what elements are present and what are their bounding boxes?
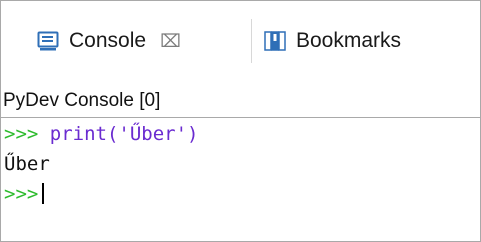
console-line: Űber [4, 149, 50, 179]
tab-bookmarks[interactable]: Bookmarks [264, 19, 464, 63]
console-input-text: print('Űber') [49, 123, 199, 145]
console-prompt: >>> [4, 123, 39, 145]
tab-console[interactable]: Console ⌧ [37, 19, 252, 63]
console-title-bar: PyDev Console [0] [1, 85, 480, 118]
console-title: PyDev Console [0] [3, 90, 161, 111]
console-input-line[interactable]: >>> [4, 179, 45, 209]
tab-bookmarks-label: Bookmarks [296, 29, 402, 52]
console-prompt: >>> [4, 183, 39, 205]
bookmarks-icon [264, 30, 286, 52]
console-output[interactable]: >>> print('Űber') Űber >>> [1, 119, 480, 241]
console-output-text: Űber [4, 153, 50, 175]
close-tab-icon[interactable]: ⌧ [160, 32, 181, 50]
console-view: Console ⌧ Bookmarks PyDev Console [0] >>… [0, 0, 481, 242]
text-cursor [42, 183, 45, 204]
tab-console-label: Console [69, 29, 147, 52]
tab-bar: Console ⌧ Bookmarks [1, 1, 480, 77]
console-line: >>> print('Űber') [4, 119, 199, 149]
console-icon [37, 30, 59, 52]
